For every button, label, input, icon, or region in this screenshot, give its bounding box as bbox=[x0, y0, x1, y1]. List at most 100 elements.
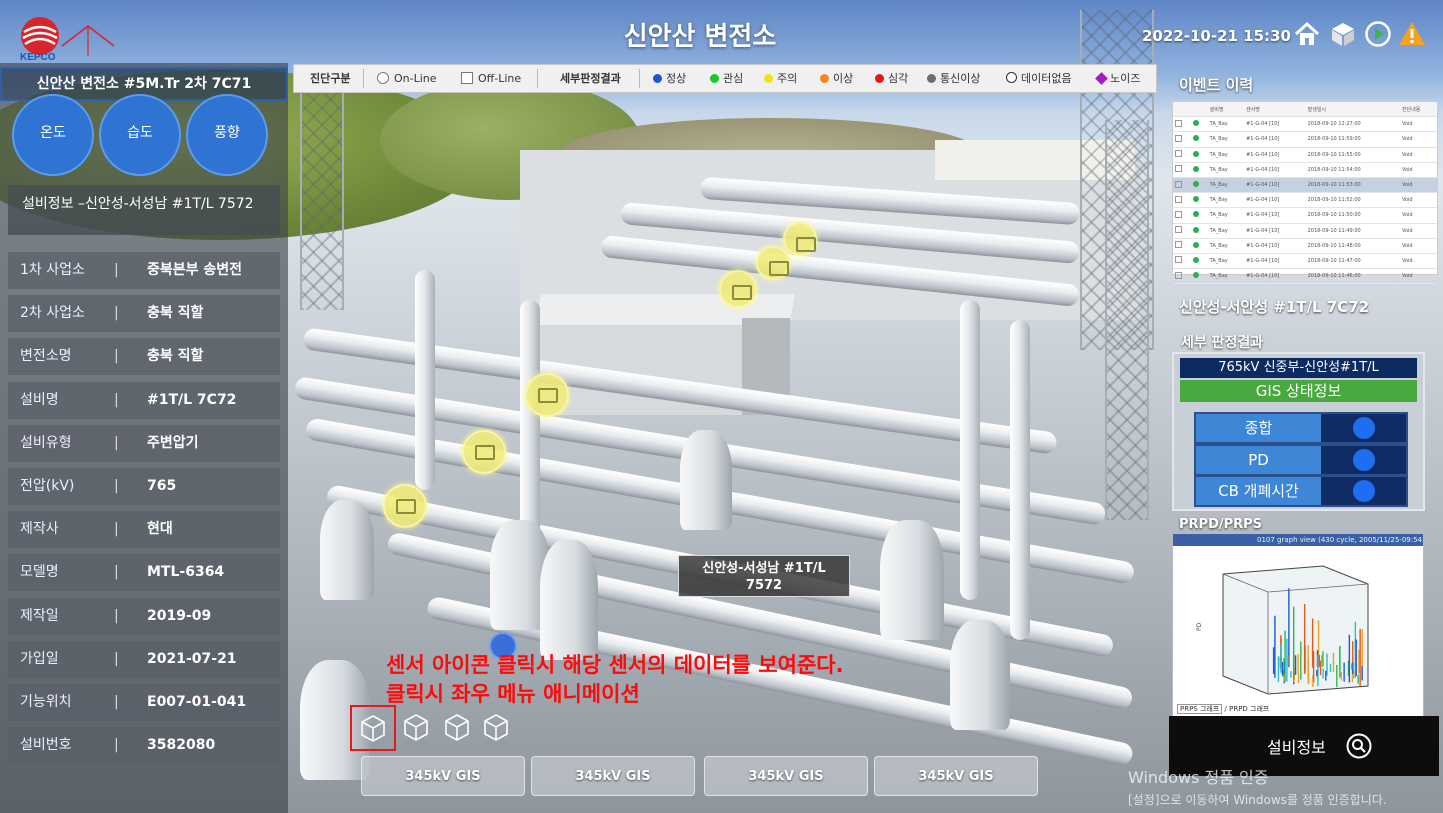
gis-row-cb-time[interactable]: CB 개폐시간 bbox=[1194, 475, 1408, 507]
event-status-icon bbox=[1191, 268, 1208, 285]
event-result: Void bbox=[1399, 238, 1437, 254]
event-column-header[interactable]: 설비명 bbox=[1207, 102, 1245, 118]
info-separator: | bbox=[114, 564, 119, 581]
online-radio[interactable]: On-Line bbox=[377, 65, 437, 92]
humidity-button[interactable]: 습도 bbox=[99, 94, 181, 176]
event-row[interactable]: TA_Bay #1-G-04 [10] 2018-09-10 12:27:00 Voi… bbox=[1173, 116, 1437, 133]
gis-tab-2[interactable]: 345kV GIS bbox=[531, 756, 695, 796]
event-time: 2018-09-10 11:55:00 bbox=[1305, 147, 1400, 163]
radio-icon bbox=[377, 72, 389, 84]
sensor-marker[interactable] bbox=[719, 270, 757, 308]
kepco-logo: KEPCO bbox=[20, 17, 115, 62]
event-checkbox[interactable] bbox=[1173, 238, 1192, 254]
event-checkbox[interactable] bbox=[1173, 116, 1192, 133]
event-row[interactable]: TA_Bay #1-G-04 [10] 2018-09-10 11:59:00 Voi… bbox=[1173, 131, 1437, 148]
event-sensor: #1-G-04 [10] bbox=[1244, 207, 1306, 224]
info-key: 전압(kV) bbox=[20, 478, 75, 494]
event-result: Void bbox=[1399, 253, 1437, 270]
info-value: 2021-07-21 bbox=[147, 650, 237, 667]
event-checkbox[interactable] bbox=[1173, 192, 1192, 209]
event-column-header[interactable]: 발생일시 bbox=[1305, 102, 1400, 118]
diagnosis-type-label: 진단구분 bbox=[310, 72, 351, 85]
event-result: Void bbox=[1399, 116, 1437, 133]
event-row[interactable]: TA_Bay #1-G-04 [10] 2018-09-10 11:46:00 Voi… bbox=[1173, 268, 1437, 285]
offline-checkbox[interactable]: Off-Line bbox=[461, 65, 521, 92]
sensor-marker[interactable] bbox=[783, 222, 817, 256]
wind-direction-button[interactable]: 풍향 bbox=[186, 94, 268, 176]
gis-row-label: 종합 bbox=[1196, 414, 1321, 442]
temperature-button[interactable]: 온도 bbox=[12, 94, 94, 176]
prps-graph-tab[interactable]: PRPS 그래프 bbox=[1177, 704, 1223, 714]
cube-icon[interactable] bbox=[1329, 20, 1357, 48]
event-row[interactable]: TA_Bay #1-G-04 [10] 2018-09-10 11:55:00 Voi… bbox=[1173, 147, 1437, 163]
info-separator: | bbox=[114, 348, 119, 365]
event-checkbox[interactable] bbox=[1173, 223, 1192, 239]
gis-tab-4[interactable]: 345kV GIS bbox=[874, 756, 1038, 796]
legend-color-icon bbox=[653, 74, 662, 83]
sensor-marker[interactable] bbox=[525, 373, 569, 417]
event-time: 2018-09-10 11:53:00 bbox=[1305, 177, 1400, 194]
event-checkbox[interactable] bbox=[1173, 177, 1192, 194]
warning-icon[interactable] bbox=[1398, 20, 1426, 48]
event-column-header[interactable]: 진단내용 bbox=[1399, 102, 1437, 118]
info-key: 모델명 bbox=[20, 564, 59, 581]
info-row: 제작일 | 2019-09 bbox=[8, 597, 280, 635]
event-checkbox[interactable] bbox=[1173, 162, 1192, 178]
legend-label: 심각 bbox=[888, 72, 909, 85]
checkbox-icon bbox=[461, 72, 473, 84]
info-key: 설비번호 bbox=[20, 737, 72, 754]
event-equipment: TA_Bay bbox=[1207, 238, 1245, 254]
prpd-graph-tab[interactable]: PRPD 그래프 bbox=[1229, 705, 1269, 713]
event-row[interactable]: TA_Bay #1-G-04 [10] 2018-09-10 11:50:00 Voi… bbox=[1173, 207, 1437, 224]
sensor-marker[interactable] bbox=[383, 484, 427, 528]
event-equipment: TA_Bay bbox=[1207, 192, 1245, 209]
gis-tab-1[interactable]: 345kV GIS bbox=[361, 756, 525, 796]
event-row[interactable]: TA_Bay #1-G-04 [10] 2018-09-10 11:54:00 Voi… bbox=[1173, 162, 1437, 178]
play-icon[interactable] bbox=[1364, 20, 1392, 48]
event-row[interactable]: TA_Bay #1-G-04 [10] 2018-09-10 11:48:00 Voi… bbox=[1173, 238, 1437, 254]
info-separator: | bbox=[114, 521, 119, 538]
sensor-marker[interactable] bbox=[462, 430, 506, 474]
event-equipment: TA_Bay bbox=[1207, 147, 1245, 163]
event-time: 2018-09-10 11:46:00 bbox=[1305, 268, 1400, 285]
annotation-line-2: 클릭시 좌우 메뉴 애니메이션 bbox=[386, 682, 640, 706]
cube-view-1-button[interactable] bbox=[350, 705, 396, 751]
event-checkbox[interactable] bbox=[1173, 268, 1192, 285]
event-checkbox[interactable] bbox=[1173, 207, 1192, 224]
legend-item: 정상 bbox=[653, 65, 686, 92]
event-column-header[interactable]: 센서명 bbox=[1244, 102, 1306, 118]
gis-row-overall[interactable]: 종합 bbox=[1194, 412, 1408, 444]
event-row[interactable]: TA_Bay #1-G-04 [10] 2018-09-10 11:49:00 Voi… bbox=[1173, 223, 1437, 239]
event-equipment: TA_Bay bbox=[1207, 131, 1245, 148]
event-column-header[interactable] bbox=[1191, 102, 1208, 118]
cube-view-4-button[interactable] bbox=[478, 709, 514, 745]
event-result: Void bbox=[1399, 207, 1437, 224]
event-equipment: TA_Bay bbox=[1207, 207, 1245, 224]
cube-view-2-button[interactable] bbox=[398, 709, 434, 745]
gis-tab-3[interactable]: 345kV GIS bbox=[704, 756, 868, 796]
event-sensor: #1-G-04 [10] bbox=[1244, 147, 1306, 163]
info-row: 설비번호 | 3582080 bbox=[8, 727, 280, 765]
event-row[interactable]: TA_Bay #1-G-04 [10] 2018-09-10 11:53:00 Voi… bbox=[1173, 177, 1437, 194]
event-column-header[interactable] bbox=[1173, 102, 1192, 118]
event-checkbox[interactable] bbox=[1173, 253, 1192, 270]
event-sensor: #1-G-04 [10] bbox=[1244, 268, 1306, 285]
legend-item: 관심 bbox=[710, 65, 743, 92]
event-row[interactable]: TA_Bay #1-G-04 [10] 2018-09-10 11:47:00 Voi… bbox=[1173, 253, 1437, 270]
sensor-marker[interactable] bbox=[756, 246, 790, 280]
event-checkbox[interactable] bbox=[1173, 147, 1192, 163]
event-row[interactable]: TA_Bay #1-G-04 [10] 2018-09-10 11:52:00 Voi… bbox=[1173, 192, 1437, 209]
detail-result-title: 세부 판정결과 bbox=[1181, 335, 1264, 351]
info-separator: | bbox=[114, 737, 119, 754]
cube-view-3-button[interactable] bbox=[439, 709, 475, 745]
prps-3d-plot: PD bbox=[1196, 565, 1369, 695]
info-separator: | bbox=[114, 478, 119, 494]
equipment-info-header: 설비정보 –신안성-서성남 #1T/L 7572 bbox=[8, 185, 280, 235]
info-separator: | bbox=[114, 607, 119, 624]
home-icon[interactable] bbox=[1293, 20, 1321, 48]
gis-row-label: CB 개폐시간 bbox=[1196, 477, 1321, 505]
event-checkbox[interactable] bbox=[1173, 131, 1192, 148]
gis-row-pd[interactable]: PD bbox=[1194, 444, 1408, 476]
event-equipment: TA_Bay bbox=[1207, 223, 1245, 239]
prpd-caption: 0107 graph view (430 cycle, 2005/11/25-0… bbox=[1173, 534, 1423, 546]
